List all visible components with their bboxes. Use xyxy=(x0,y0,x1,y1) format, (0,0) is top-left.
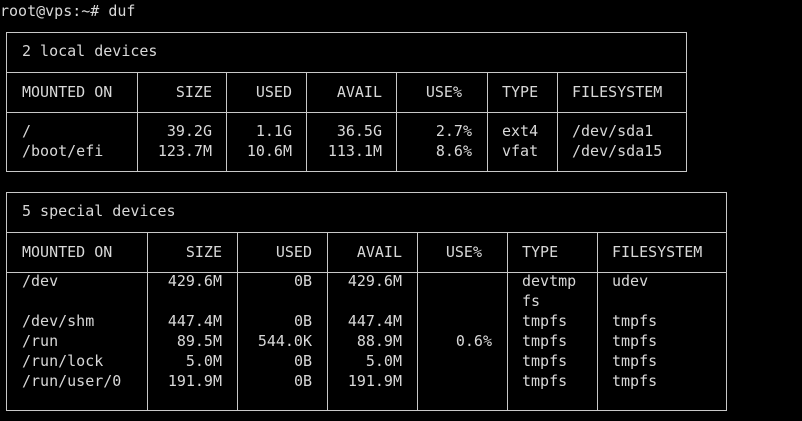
table-row-cell: udev xyxy=(612,272,649,290)
table-row-cell: 8.6% xyxy=(435,142,472,160)
table-row-cell: 113.1M xyxy=(327,142,382,160)
table-title: 5 special devices xyxy=(22,202,176,220)
column-divider xyxy=(327,232,328,411)
shell-prompt: root@vps:~# duf xyxy=(0,2,136,20)
table-border xyxy=(6,112,686,113)
column-divider xyxy=(507,232,508,411)
header-used: USED xyxy=(275,243,312,261)
header-mounted-on: MOUNTED ON xyxy=(22,83,113,101)
table-border xyxy=(686,32,687,172)
table-row-cell: 5.0M xyxy=(185,352,222,370)
header-type: TYPE xyxy=(502,83,539,101)
column-divider xyxy=(597,232,598,411)
table-row-cell xyxy=(417,371,492,391)
table-title: 2 local devices xyxy=(22,42,158,60)
table-row-cell: /boot/efi xyxy=(22,142,104,160)
table-border xyxy=(6,192,7,411)
table-row-cell xyxy=(417,351,492,371)
terminal-window[interactable]: root@vps:~# duf 2 local devices MOUNTED … xyxy=(0,0,802,421)
table-row-cell: tmpfs xyxy=(522,332,568,350)
table-row-cell: 0.6% xyxy=(455,332,492,350)
table-row-cell: 89.5M xyxy=(176,332,222,350)
table-row-cell: /run xyxy=(22,332,59,350)
table-border xyxy=(6,72,686,73)
header-size: SIZE xyxy=(185,243,222,261)
table-row-cell: 0B xyxy=(293,352,312,370)
table-row-cell: ext4 xyxy=(502,122,539,140)
table-row-cell: 191.9M xyxy=(167,372,222,390)
table-row-cell: / xyxy=(22,122,32,140)
table-border xyxy=(726,192,727,411)
table-row-cell: /run/lock xyxy=(22,352,104,370)
table-row-cell: 0B xyxy=(293,272,312,290)
table-border xyxy=(6,232,726,233)
header-filesystem: FILESYSTEM xyxy=(572,83,663,101)
table-row-cell: 123.7M xyxy=(157,142,212,160)
table-row-cell: tmpfs xyxy=(522,372,568,390)
table-row-cell: /dev/sda15 xyxy=(572,142,663,160)
table-row-cell: tmpfs xyxy=(612,312,658,330)
table-row-cell xyxy=(237,291,312,311)
table-row-cell xyxy=(417,311,492,331)
table-row-cell: 0B xyxy=(293,372,312,390)
column-divider xyxy=(396,72,397,172)
table-row-cell: vfat xyxy=(502,142,539,160)
column-divider xyxy=(137,72,138,172)
column-divider xyxy=(147,232,148,411)
table-row-cell xyxy=(327,291,402,311)
table-border xyxy=(6,32,686,33)
table-row-cell: /dev/shm xyxy=(22,312,95,330)
table-row-cell: devtmp xyxy=(522,272,577,290)
table-row-cell: 39.2G xyxy=(166,122,212,140)
table-row-cell: 191.9M xyxy=(347,372,402,390)
table-row-cell: 5.0M xyxy=(365,352,402,370)
table-row-cell: 447.4M xyxy=(347,312,402,330)
header-use-percent: USE% xyxy=(425,83,462,101)
column-divider xyxy=(487,72,488,172)
column-divider xyxy=(557,72,558,172)
header-avail: AVAIL xyxy=(336,83,382,101)
table-row-cell: /dev/sda1 xyxy=(572,122,654,140)
header-mounted-on: MOUNTED ON xyxy=(22,243,113,261)
table-row-cell: 429.6M xyxy=(347,272,402,290)
column-divider xyxy=(306,72,307,172)
column-divider xyxy=(417,232,418,411)
table-row-cell: tmpfs xyxy=(522,352,568,370)
table-border xyxy=(6,171,686,172)
table-row-cell: /dev xyxy=(22,272,59,290)
header-used: USED xyxy=(255,83,292,101)
column-divider xyxy=(226,72,227,172)
table-row-cell: fs xyxy=(522,292,541,310)
table-row-cell xyxy=(417,291,492,311)
table-row-cell: tmpfs xyxy=(612,332,658,350)
table-border xyxy=(6,272,726,273)
table-row-cell: 1.1G xyxy=(255,122,292,140)
table-border xyxy=(6,192,726,193)
table-row-cell: 447.4M xyxy=(167,312,222,330)
table-row-cell: tmpfs xyxy=(612,352,658,370)
header-use-percent: USE% xyxy=(445,243,482,261)
table-row-cell: 36.5G xyxy=(336,122,382,140)
table-row-cell: 2.7% xyxy=(435,122,472,140)
header-type: TYPE xyxy=(522,243,559,261)
table-row-cell: 88.9M xyxy=(356,332,402,350)
table-row-cell: 544.0K xyxy=(257,332,312,350)
table-row-cell: 429.6M xyxy=(167,272,222,290)
table-border xyxy=(6,410,726,411)
table-border xyxy=(6,32,7,172)
table-row-cell: 0B xyxy=(293,312,312,330)
table-row-cell: /run/user/0 xyxy=(22,372,122,390)
header-filesystem: FILESYSTEM xyxy=(612,243,703,261)
table-row-cell: tmpfs xyxy=(612,372,658,390)
header-avail: AVAIL xyxy=(356,243,402,261)
table-row-cell xyxy=(147,291,222,311)
table-row-cell: tmpfs xyxy=(522,312,568,330)
column-divider xyxy=(237,232,238,411)
table-row-cell: 10.6M xyxy=(246,142,292,160)
header-size: SIZE xyxy=(175,83,212,101)
table-row-cell xyxy=(417,271,492,291)
